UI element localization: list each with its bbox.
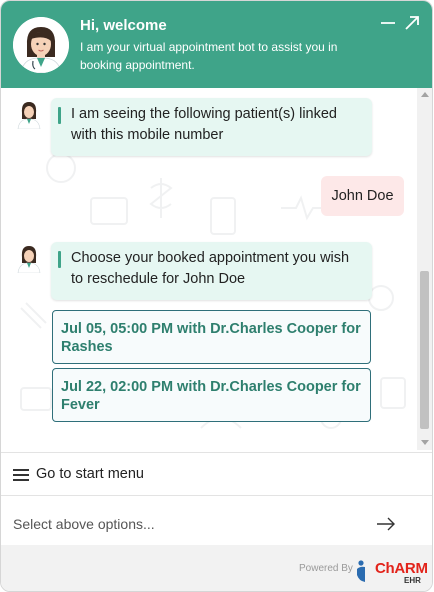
doctor-avatar	[13, 17, 69, 73]
chat-widget: Hi, welcome I am your virtual appointmen…	[0, 0, 433, 592]
bot-message-text: I am seeing the following patient(s) lin…	[71, 106, 337, 143]
expand-icon[interactable]	[404, 15, 420, 31]
start-menu-label: Go to start menu	[36, 466, 144, 482]
minimize-icon[interactable]	[380, 15, 396, 31]
start-menu-button[interactable]: Go to start menu	[1, 452, 432, 496]
brand-name: ChARM	[375, 560, 428, 577]
scroll-down-arrow-icon[interactable]	[421, 440, 429, 445]
hamburger-menu-icon	[13, 469, 29, 481]
chat-messages[interactable]: I am seeing the following patient(s) lin…	[1, 88, 432, 450]
appointment-option-button[interactable]: Jul 22, 02:00 PM with Dr.Charles Cooper …	[52, 368, 371, 422]
bot-avatar	[15, 99, 43, 130]
header-subtitle: I am your virtual appointment bot to ass…	[80, 40, 338, 72]
powered-by-label: Powered By	[299, 563, 353, 574]
chat-header: Hi, welcome I am your virtual appointmen…	[1, 1, 432, 88]
chat-scrollbar[interactable]	[417, 88, 432, 450]
brand-sub: EHR	[404, 576, 421, 585]
scroll-up-arrow-icon[interactable]	[421, 92, 429, 97]
powered-by-footer: Powered By ChARM EHR	[1, 545, 432, 591]
header-title: Hi, welcome	[80, 17, 167, 34]
message-input[interactable]	[1, 503, 371, 545]
user-message: John Doe	[321, 176, 404, 216]
scrollbar-thumb[interactable]	[420, 271, 429, 429]
appointment-option-button[interactable]: Jul 05, 05:00 PM with Dr.Charles Cooper …	[52, 310, 371, 364]
bot-avatar	[15, 243, 43, 274]
bot-message: Choose your booked appointment you wish …	[51, 242, 372, 300]
message-input-row	[1, 503, 432, 545]
user-message-text: John Doe	[331, 188, 394, 204]
bot-message: I am seeing the following patient(s) lin…	[51, 98, 372, 156]
send-arrow-icon[interactable]	[376, 517, 396, 531]
bot-message-text: Choose your booked appointment you wish …	[71, 250, 350, 287]
